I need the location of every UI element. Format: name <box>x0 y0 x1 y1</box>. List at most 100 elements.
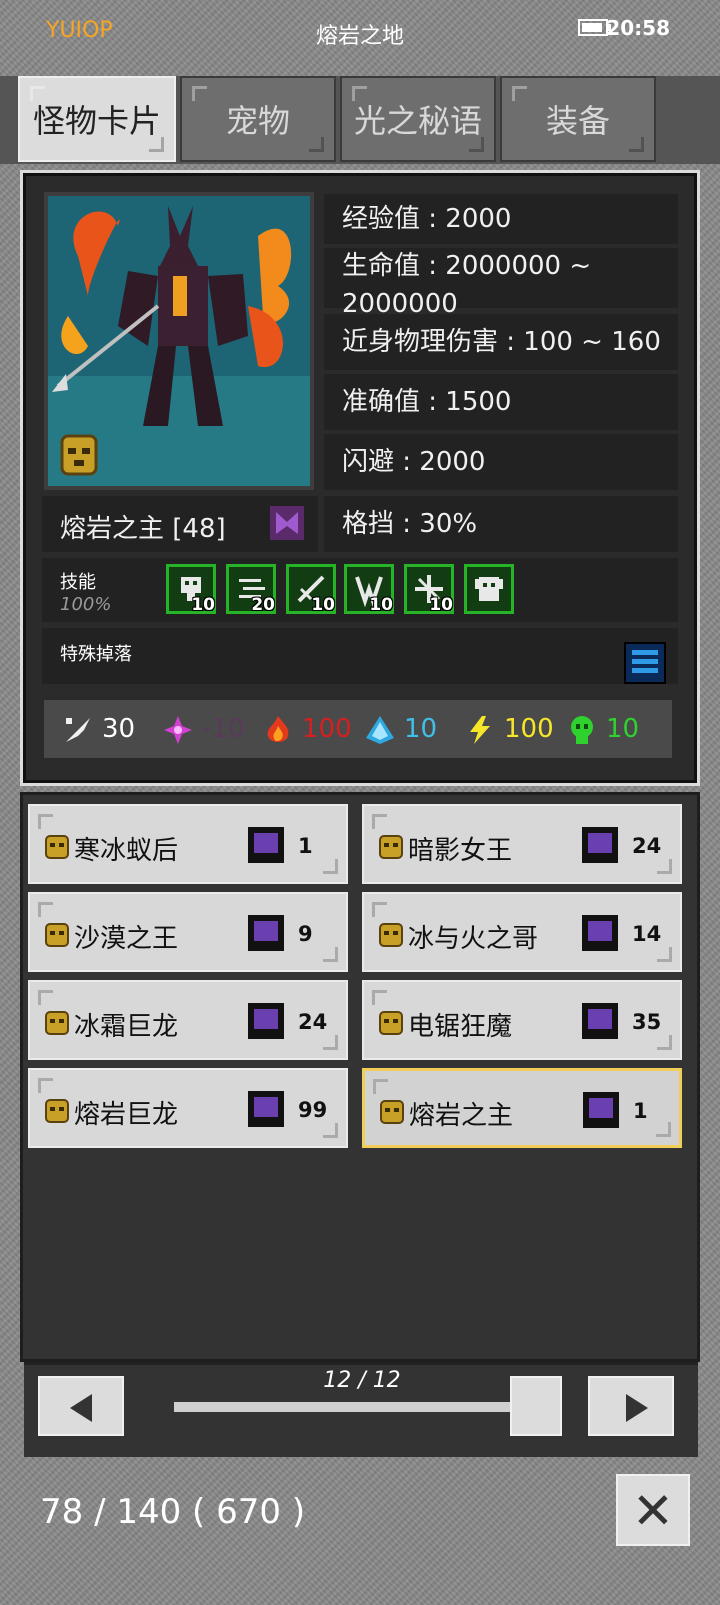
skills-row: 技能 100% 10 20 10 10 10 <box>42 558 678 622</box>
skill-ghost-icon[interactable]: 10 <box>166 564 216 615</box>
monster-list-item[interactable]: 冰与火之哥 14 <box>362 892 682 972</box>
skill-level: 10 <box>429 595 453 615</box>
monster-card-count: 35 <box>632 1010 662 1034</box>
monster-list-item[interactable]: 熔岩之主 1 <box>362 1068 682 1148</box>
monster-card-count: 14 <box>632 922 662 946</box>
prev-page-button[interactable] <box>38 1376 124 1436</box>
skill-level: 10 <box>369 595 393 615</box>
monster-card-count: 24 <box>298 1010 328 1034</box>
monster-list-name: 暗影女王 <box>408 836 513 866</box>
monster-list-item[interactable]: 寒冰蚁后 1 <box>28 804 348 884</box>
monster-list-name: 熔岩之主 <box>409 1101 514 1131</box>
demon-mask-icon <box>270 506 304 540</box>
stat-block: 格挡 : 30% <box>324 496 678 552</box>
card-frame-icon <box>248 827 284 863</box>
card-frame-icon <box>582 1003 618 1039</box>
tab-monster-cards[interactable]: 怪物卡片 <box>18 76 176 162</box>
status-bar: YUIOP 熔岩之地 20:58 <box>0 0 720 66</box>
resist-fire: 100 <box>302 714 352 744</box>
page-slider-thumb[interactable] <box>510 1376 562 1436</box>
skill-sword-icon[interactable]: 10 <box>286 564 336 615</box>
resistance-bar: 30 -10 100 10 100 10 <box>42 698 674 760</box>
monster-card-count: 1 <box>633 1099 648 1123</box>
monster-list-name: 熔岩巨龙 <box>74 1100 179 1130</box>
skill-cross-icon[interactable]: 10 <box>404 564 454 615</box>
stat-melee: 近身物理伤害 : 100 ~ 160 <box>324 314 678 370</box>
monster-list-item[interactable]: 电锯狂魔 35 <box>362 980 682 1060</box>
monster-name-cell: 熔岩之主 [48] <box>42 496 318 552</box>
tab-label: 装备 <box>545 102 610 140</box>
stat-accuracy: 准确值 : 1500 <box>324 374 678 430</box>
special-drops-label: 特殊掉落 <box>60 644 132 665</box>
physical-icon <box>66 718 90 742</box>
battery-icon <box>578 19 611 36</box>
collection-count: 78 / 140 ( 670 ) <box>40 1492 306 1532</box>
monster-card-count: 1 <box>298 834 313 858</box>
gold-mask-icon <box>45 923 69 947</box>
gold-mask-icon <box>379 923 403 947</box>
card-frame-icon <box>248 915 284 951</box>
monster-list-name: 沙漠之王 <box>74 924 179 954</box>
gold-mask-icon <box>45 835 69 859</box>
special-drops-row: 特殊掉落 <box>42 628 678 684</box>
monster-list-item[interactable]: 冰霜巨龙 24 <box>28 980 348 1060</box>
drop-list-icon[interactable] <box>624 642 666 684</box>
monster-card-count: 24 <box>632 834 662 858</box>
monster-list-item[interactable]: 熔岩巨龙 99 <box>28 1068 348 1148</box>
skill-level: 10 <box>191 595 215 615</box>
monster-list-name: 冰与火之哥 <box>408 924 539 954</box>
arcane-icon <box>164 716 192 744</box>
gold-mask-icon <box>45 1011 69 1035</box>
monster-card-count: 99 <box>298 1098 328 1122</box>
resist-arcane: -10 <box>202 714 245 744</box>
poison-icon <box>571 716 593 744</box>
next-page-button[interactable] <box>588 1376 674 1436</box>
resist-poison: 10 <box>606 714 640 744</box>
skills-percent: 100% <box>60 594 112 615</box>
tab-light-secrets[interactable]: 光之秘语 <box>340 76 496 162</box>
monster-list-item[interactable]: 沙漠之王 9 <box>28 892 348 972</box>
gold-mask-icon <box>380 1100 404 1124</box>
resist-ice: 10 <box>404 714 438 744</box>
resist-lightning: 100 <box>504 714 554 744</box>
tab-label: 光之秘语 <box>353 102 482 140</box>
skill-armor-icon[interactable] <box>464 564 514 614</box>
skill-speed-icon[interactable]: 20 <box>226 564 276 615</box>
skill-level: 10 <box>311 595 335 615</box>
monster-name: 熔岩之主 [48] <box>60 514 226 544</box>
tab-label: 怪物卡片 <box>32 102 161 140</box>
ice-icon <box>366 716 394 744</box>
tab-label: 宠物 <box>225 102 290 140</box>
monster-list-name: 冰霜巨龙 <box>74 1012 179 1042</box>
gold-mask-icon <box>379 835 403 859</box>
stat-hp-line1: 生命值 : 2000000 ~ <box>342 251 592 281</box>
gold-mask-icon <box>379 1011 403 1035</box>
tab-pets[interactable]: 宠物 <box>180 76 336 162</box>
gold-mask-icon <box>45 1099 69 1123</box>
skills-label: 技能 <box>60 572 96 593</box>
skill-split-icon[interactable]: 10 <box>344 564 394 615</box>
stat-hp-line2: 2000000 <box>342 289 458 319</box>
monster-list-item[interactable]: 暗影女王 24 <box>362 804 682 884</box>
card-frame-icon <box>582 915 618 951</box>
fire-icon <box>267 716 289 742</box>
monster-card-count: 9 <box>298 922 313 946</box>
card-frame-icon <box>582 827 618 863</box>
close-button[interactable]: ✕ <box>616 1474 690 1546</box>
card-frame-icon <box>248 1091 284 1127</box>
arrow-left-icon <box>70 1394 92 1422</box>
skill-level: 20 <box>251 595 275 615</box>
lightning-icon <box>470 716 490 744</box>
monster-list-name: 电锯狂魔 <box>408 1012 513 1042</box>
stat-exp: 经验值 : 2000 <box>324 194 678 244</box>
page-indicator: 12 / 12 <box>323 1368 401 1393</box>
arrow-right-icon <box>626 1394 648 1422</box>
stat-dodge: 闪避 : 2000 <box>324 434 678 490</box>
tab-equipment[interactable]: 装备 <box>500 76 656 162</box>
card-frame-icon <box>248 1003 284 1039</box>
page-slider-track[interactable] <box>174 1402 512 1412</box>
close-icon: ✕ <box>632 1482 674 1540</box>
monster-list-name: 寒冰蚁后 <box>74 836 179 866</box>
gold-mask-badge-icon <box>60 434 98 476</box>
card-frame-icon <box>583 1092 619 1128</box>
